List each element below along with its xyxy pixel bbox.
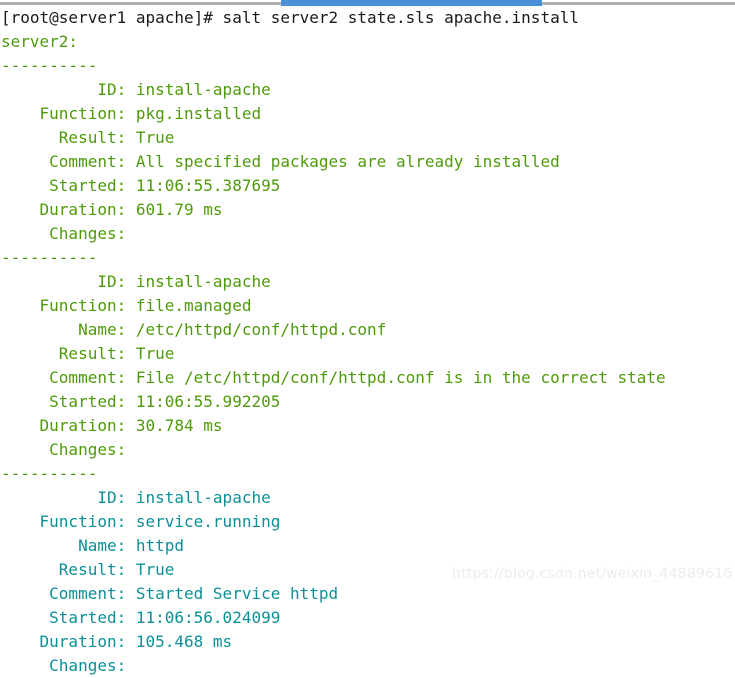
minion-name-line: server2: — [1, 32, 79, 51]
state-row-changes-2: Changes: — [1, 656, 127, 675]
state-row-result-1: Result: True — [1, 344, 175, 363]
state-row-comment-0: Comment: All specified packages are alre… — [1, 152, 560, 171]
state-row-comment-2: Comment: Started Service httpd — [1, 584, 339, 603]
state-row-started-0: Started: 11:06:55.387695 — [1, 176, 281, 195]
state-row-function-2: Function: service.running — [1, 512, 281, 531]
state-row-name-2: Name: httpd — [1, 536, 185, 555]
state-row-started-2: Started: 11:06:56.024099 — [1, 608, 281, 627]
state-row-changes-1: Changes: — [1, 440, 127, 459]
terminal-output-area[interactable]: [root@server1 apache]# salt server2 stat… — [0, 6, 735, 675]
state-row-duration-0: Duration: 601.79 ms — [1, 200, 223, 219]
state-row-comment-1: Comment: File /etc/httpd/conf/httpd.conf… — [1, 368, 666, 387]
state-row-result-0: Result: True — [1, 128, 175, 147]
state-separator: ---------- — [1, 248, 98, 267]
state-row-duration-1: Duration: 30.784 ms — [1, 416, 223, 435]
state-row-id-1: ID: install-apache — [1, 272, 271, 291]
state-row-duration-2: Duration: 105.468 ms — [1, 632, 233, 651]
state-row-function-1: Function: file.managed — [1, 296, 252, 315]
state-row-function-0: Function: pkg.installed — [1, 104, 262, 123]
state-row-name-1: Name: /etc/httpd/conf/httpd.conf — [1, 320, 387, 339]
state-row-id-2: ID: install-apache — [1, 488, 271, 507]
prompt-command-line: [root@server1 apache]# salt server2 stat… — [1, 8, 579, 27]
state-separator: ---------- — [1, 464, 98, 483]
watermark-text: https://blog.csdn.net/weixin_44889616 — [452, 566, 733, 582]
state-row-started-1: Started: 11:06:55.992205 — [1, 392, 281, 411]
state-row-id-0: ID: install-apache — [1, 80, 271, 99]
state-separator: ---------- — [1, 56, 98, 75]
state-row-changes-0: Changes: — [1, 224, 127, 243]
